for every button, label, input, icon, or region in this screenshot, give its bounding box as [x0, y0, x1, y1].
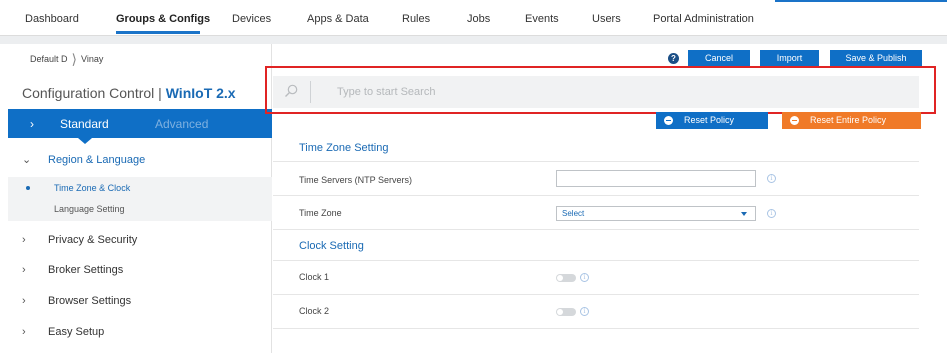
chevron-right-icon: › [22, 295, 26, 307]
sidebar-category-privacy-security[interactable]: › Privacy & Security [22, 234, 137, 246]
row-divider [273, 195, 919, 196]
caret-down-icon [741, 212, 747, 216]
row-divider [273, 260, 919, 261]
chevron-right-icon: › [22, 326, 26, 338]
minus-circle-icon [664, 116, 673, 125]
clock-1-label: Clock 1 [299, 272, 330, 282]
highlight-annotation-box [265, 66, 936, 114]
reset-entire-policy-label: Reset Entire Policy [810, 115, 887, 125]
chevron-down-icon: ⌄ [22, 154, 32, 166]
row-divider [273, 161, 919, 162]
sidebar-category-label: Broker Settings [48, 264, 124, 276]
subitems-background [8, 177, 272, 221]
config-title-product: WinIoT 2.x [165, 85, 236, 101]
config-title: Configuration Control | WinIoT 2.x [22, 85, 236, 101]
nav-dashboard[interactable]: Dashboard [25, 13, 79, 25]
nav-users[interactable]: Users [592, 13, 621, 25]
info-icon[interactable]: i [767, 209, 776, 218]
minus-circle-icon [790, 116, 799, 125]
row-divider [273, 328, 919, 329]
info-icon[interactable]: i [767, 174, 776, 183]
config-title-prefix: Configuration Control | [22, 85, 162, 101]
sidebar-category-label: Easy Setup [48, 326, 105, 338]
reset-entire-policy-button[interactable]: Reset Entire Policy [782, 112, 921, 129]
sidebar-category-browser-settings[interactable]: › Browser Settings [22, 295, 131, 307]
breadcrumb: Default D ⟩ Vinay [30, 50, 103, 67]
cancel-button[interactable]: Cancel [688, 50, 750, 67]
sidebar-category-broker-settings[interactable]: › Broker Settings [22, 264, 123, 276]
time-zone-section-title: Time Zone Setting [299, 142, 389, 154]
nav-apps-data[interactable]: Apps & Data [307, 13, 369, 25]
chevron-right-icon: › [22, 264, 26, 276]
time-zone-select[interactable]: Select [556, 206, 756, 221]
info-icon[interactable]: i [580, 307, 589, 316]
policy-tab-bar: › Standard Advanced [8, 109, 272, 144]
ntp-servers-label: Time Servers (NTP Servers) [299, 175, 413, 185]
nav-jobs[interactable]: Jobs [467, 13, 490, 25]
active-nav-underline [116, 31, 200, 34]
time-zone-select-value: Select [562, 209, 585, 218]
sidebar-category-label: Browser Settings [48, 295, 132, 307]
chevron-right-icon: › [22, 234, 26, 246]
sidebar-subitem-time-zone-clock[interactable]: Time Zone & Clock [25, 183, 130, 193]
header-band [0, 36, 947, 44]
chevron-right-icon: ⟩ [71, 50, 77, 67]
clock-1-toggle[interactable] [556, 274, 576, 282]
tab-advanced[interactable]: Advanced [155, 117, 208, 131]
sidebar-category-easy-setup[interactable]: › Easy Setup [22, 326, 104, 338]
clock-2-toggle[interactable] [556, 308, 576, 316]
sidebar-subitem-language-setting[interactable]: Language Setting [54, 204, 125, 214]
clock-section-title: Clock Setting [299, 240, 364, 252]
row-divider [273, 294, 919, 295]
save-publish-button[interactable]: Save & Publish [830, 50, 922, 67]
reset-policy-button[interactable]: Reset Policy [656, 112, 768, 129]
reset-policy-label: Reset Policy [684, 115, 735, 125]
import-button[interactable]: Import [760, 50, 819, 67]
nav-groups-configs[interactable]: Groups & Configs [116, 13, 210, 25]
active-tab-pointer [78, 138, 92, 144]
time-zone-label: Time Zone [299, 208, 342, 218]
help-icon[interactable]: ? [668, 53, 679, 64]
clock-2-label: Clock 2 [299, 306, 330, 316]
breadcrumb-root[interactable]: Default D [30, 54, 68, 64]
breadcrumb-child[interactable]: Vinay [81, 54, 103, 64]
chevron-right-icon: › [30, 117, 34, 131]
nav-rules[interactable]: Rules [402, 13, 430, 25]
sidebar-category-label: Privacy & Security [48, 234, 138, 246]
nav-events[interactable]: Events [525, 13, 559, 25]
info-icon[interactable]: i [580, 273, 589, 282]
nav-devices[interactable]: Devices [232, 13, 271, 25]
sidebar-category-region-language[interactable]: ⌄ Region & Language [22, 153, 145, 166]
header-accent-line [775, 0, 947, 2]
nav-portal-administration[interactable]: Portal Administration [653, 13, 754, 25]
row-divider [273, 229, 919, 230]
tab-standard[interactable]: Standard [60, 117, 109, 131]
sidebar-category-label: Region & Language [48, 154, 146, 166]
ntp-servers-input[interactable] [556, 170, 756, 187]
